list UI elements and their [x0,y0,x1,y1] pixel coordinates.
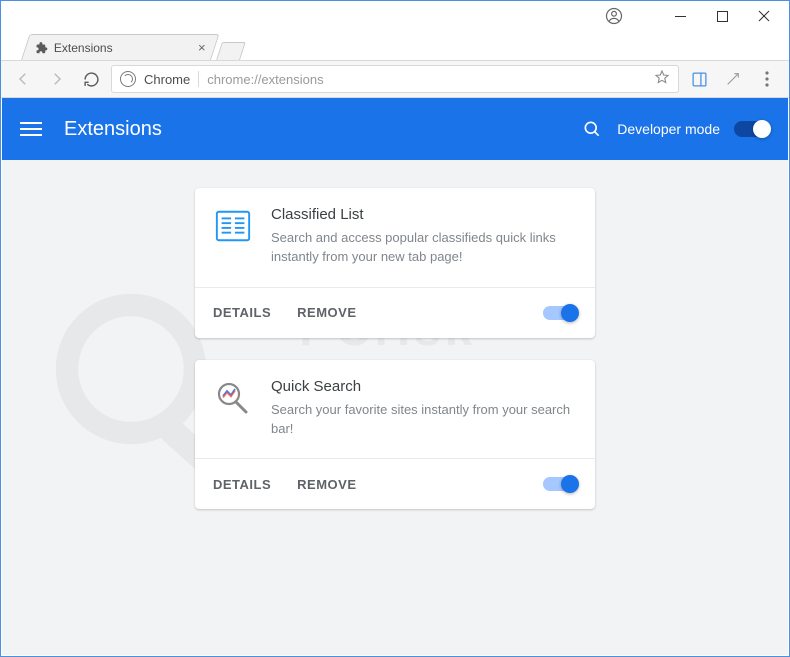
browser-tab[interactable]: Extensions × [21,34,219,60]
omnibox-origin-label: Chrome [144,72,190,87]
details-button[interactable]: DETAILS [213,305,271,320]
extensions-list: Classified List Search and access popula… [2,160,788,509]
remove-button[interactable]: REMOVE [297,477,356,492]
window-minimize-button[interactable] [659,2,701,30]
search-icon[interactable] [577,119,607,139]
browser-menu-icon[interactable] [753,65,781,93]
extension-description: Search and access popular classifieds qu… [271,229,577,267]
reload-button[interactable] [77,65,105,93]
tab-title: Extensions [54,41,192,55]
browser-toolbar: Chrome chrome://extensions [1,60,789,98]
details-button[interactable]: DETAILS [213,477,271,492]
extensions-header: Extensions Developer mode [2,98,788,160]
close-icon[interactable]: × [198,40,206,55]
chrome-icon [120,71,136,87]
omnibox-url: chrome://extensions [207,72,646,87]
page-title: Extensions [64,118,577,141]
user-profile-icon[interactable] [593,2,635,30]
developer-mode-toggle[interactable] [734,121,770,137]
page-content: PCrisk .com Extensions Developer mode [2,98,788,655]
remove-button[interactable]: REMOVE [297,305,356,320]
menu-icon[interactable] [20,122,42,136]
browser-tabstrip: Extensions × [1,31,789,60]
extension-description: Search your favorite sites instantly fro… [271,401,577,439]
extension-name: Classified List [271,206,577,223]
extension-card: Quick Search Search your favorite sites … [195,360,595,510]
new-tab-button[interactable] [216,42,246,60]
puzzle-icon [34,41,48,55]
omnibox-divider [198,71,199,87]
bookmark-star-icon[interactable] [654,69,670,90]
back-button[interactable] [9,65,37,93]
extension-name: Quick Search [271,378,577,395]
window-titlebar [1,1,789,31]
extension-icon [213,378,253,418]
window-close-button[interactable] [743,2,785,30]
developer-mode-label: Developer mode [617,121,720,137]
extension-card: Classified List Search and access popula… [195,188,595,338]
address-bar[interactable]: Chrome chrome://extensions [111,65,679,93]
extension-icon [213,206,253,246]
extension-action-icon[interactable] [719,65,747,93]
extension-enable-toggle[interactable] [543,306,577,320]
forward-button[interactable] [43,65,71,93]
extension-enable-toggle[interactable] [543,477,577,491]
window-maximize-button[interactable] [701,2,743,30]
panel-toggle-icon[interactable] [685,65,713,93]
